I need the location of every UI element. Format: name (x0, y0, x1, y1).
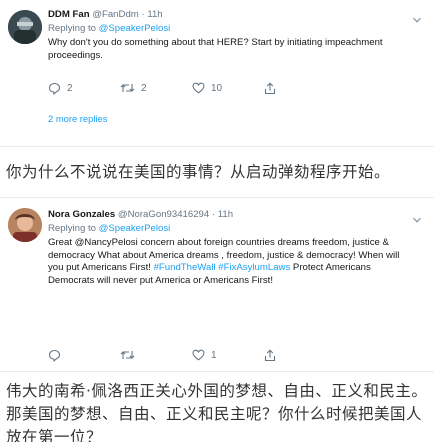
share-button[interactable] (264, 82, 276, 95)
retweet-icon (120, 84, 135, 92)
hashtag-link[interactable]: #FundTheWall (154, 262, 216, 273)
retweet-button[interactable]: 2 (120, 82, 192, 94)
retweet-icon (120, 351, 135, 359)
avatar[interactable] (8, 10, 42, 44)
replying-mention-link[interactable]: @SpeakerPelosi (99, 23, 171, 34)
like-icon (192, 349, 205, 361)
separator: · (211, 209, 216, 220)
timestamp[interactable]: 11h (147, 9, 162, 20)
separator: · (141, 9, 145, 20)
handle[interactable]: @NoraGon93416294 (118, 209, 209, 220)
like-icon (192, 82, 205, 94)
reply-button[interactable] (48, 349, 120, 362)
display-name[interactable]: DDM Fan (48, 9, 90, 20)
tweet-text: Why don't you do something about that HE… (48, 37, 383, 61)
like-count: 1 (211, 349, 217, 361)
retweet-count: 2 (141, 82, 147, 94)
avatar[interactable] (8, 208, 42, 242)
tweet-text: Great @NancyPelosi concern about foreign… (48, 237, 416, 287)
replying-prefix: Replying to (48, 22, 99, 34)
display-name[interactable]: Nora Gonzales (48, 209, 115, 220)
reply-icon (48, 82, 61, 95)
tweet-card[interactable]: Nora Gonzales @NoraGon93416294 · 11h Rep… (0, 197, 434, 372)
handle[interactable]: @FanDdm (92, 9, 139, 20)
more-replies-link[interactable]: 2 more replies (48, 113, 107, 124)
retweet-button[interactable] (120, 349, 192, 361)
share-icon (264, 349, 276, 361)
replying-to-line: Replying to @SpeakerPelosi (48, 223, 416, 236)
chevron-down-icon[interactable] (412, 12, 422, 23)
replying-mention-link[interactable]: @SpeakerPelosi (99, 223, 171, 234)
reply-count: 2 (67, 82, 73, 94)
tweet-header: DDM Fan @FanDdm · 11h (48, 9, 416, 22)
like-button[interactable]: 1 (192, 349, 264, 361)
chinese-caption: 伟大的南希·佩洛西正关心外国的梦想、自由、正义和民主。那美国的梦想、自由、正义和… (6, 382, 428, 442)
like-button[interactable]: 10 (192, 82, 264, 94)
chinese-caption: 你为什么不说说在美国的事情？从启动弹劾程序开始。 (6, 163, 391, 181)
reply-button[interactable]: 2 (48, 82, 120, 95)
action-bar: 1 (48, 347, 276, 363)
action-bar: 2 2 10 (48, 80, 276, 96)
share-button[interactable] (264, 349, 276, 362)
timestamp[interactable]: 11h (218, 209, 233, 220)
hashtag-link[interactable]: #FixAsylumLaws (218, 262, 290, 273)
like-count: 10 (211, 82, 223, 94)
tweet-card[interactable]: DDM Fan @FanDdm · 11h Replying to @Speak… (0, 0, 434, 147)
replying-to-line: Replying to @SpeakerPelosi (48, 23, 416, 36)
chevron-down-icon[interactable] (412, 212, 422, 223)
tweet-header: Nora Gonzales @NoraGon93416294 · 11h (48, 209, 416, 222)
replying-prefix: Replying to (48, 222, 99, 234)
reply-icon (48, 349, 61, 362)
share-icon (264, 82, 276, 94)
